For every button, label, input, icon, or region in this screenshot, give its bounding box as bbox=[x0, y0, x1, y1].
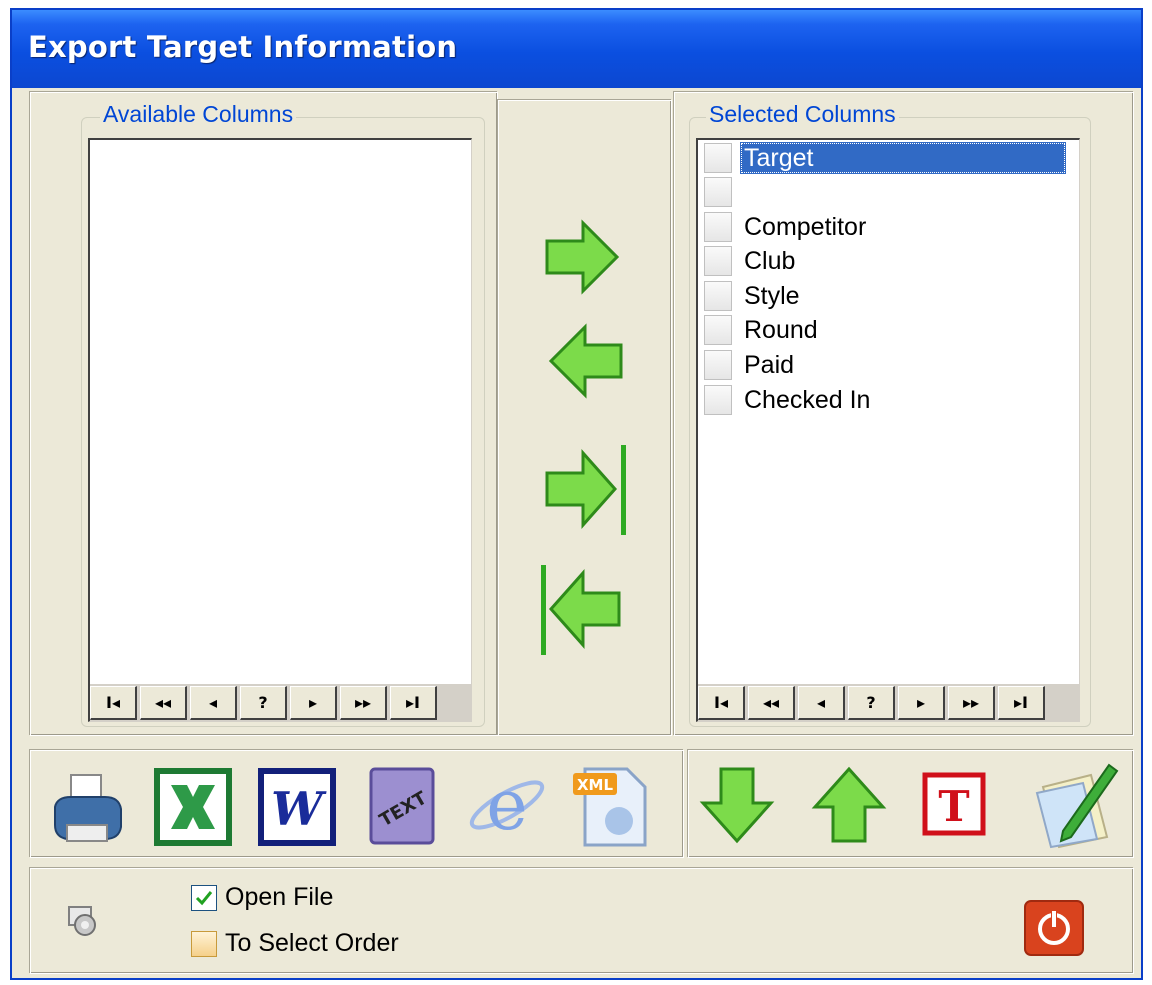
select-order-checkbox[interactable]: To Select Order bbox=[191, 929, 399, 958]
svg-text:T: T bbox=[938, 782, 969, 831]
list-item[interactable]: Club bbox=[704, 244, 801, 278]
available-columns-legend: Available Columns bbox=[100, 101, 297, 128]
list-item[interactable]: Paid bbox=[704, 348, 800, 382]
available-group: Available Columns I◂ ◂◂ ◂ ? ▸ ▸▸ ▸I bbox=[81, 101, 485, 727]
row-checkbox[interactable] bbox=[704, 281, 732, 311]
nav-prev-button[interactable]: ◂ bbox=[190, 686, 237, 720]
nav-help-button[interactable]: ? bbox=[240, 686, 287, 720]
export-dialog: Export Target Information Available Colu… bbox=[10, 8, 1143, 980]
selected-group: Selected Columns Target Competitor Club bbox=[689, 101, 1091, 727]
title-icon[interactable]: T bbox=[921, 771, 987, 837]
selected-columns-legend: Selected Columns bbox=[706, 101, 899, 128]
nav-first-button[interactable]: I◂ bbox=[90, 686, 137, 720]
word-icon[interactable]: W bbox=[257, 767, 337, 847]
arrow-right-all-icon[interactable] bbox=[543, 441, 633, 537]
row-checkbox[interactable] bbox=[704, 385, 732, 415]
svg-text:XML: XML bbox=[577, 776, 613, 794]
list-item-label: Style bbox=[744, 282, 800, 310]
transfer-panel bbox=[498, 100, 672, 736]
nav-last-button[interactable]: ▸I bbox=[390, 686, 437, 720]
title-bar[interactable]: Export Target Information bbox=[12, 10, 1141, 88]
selected-navigator: I◂ ◂◂ ◂ ? ▸ ▸▸ ▸I bbox=[698, 684, 1080, 722]
nav-help-button[interactable]: ? bbox=[848, 686, 895, 720]
available-columns-list[interactable] bbox=[88, 138, 472, 722]
row-checkbox[interactable] bbox=[704, 143, 732, 173]
list-item[interactable]: Checked In bbox=[704, 383, 876, 417]
row-checkbox[interactable] bbox=[704, 246, 732, 276]
list-item[interactable]: Style bbox=[704, 279, 806, 313]
list-item[interactable]: Competitor bbox=[704, 210, 872, 244]
select-order-label: To Select Order bbox=[225, 929, 399, 957]
move-up-icon[interactable] bbox=[811, 765, 887, 845]
nav-first-button[interactable]: I◂ bbox=[698, 686, 745, 720]
nav-next-page-button[interactable]: ▸▸ bbox=[340, 686, 387, 720]
available-panel: Available Columns I◂ ◂◂ ◂ ? ▸ ▸▸ ▸I bbox=[30, 92, 498, 736]
list-item-label: Paid bbox=[744, 351, 795, 379]
text-icon[interactable]: TEXT bbox=[363, 763, 443, 847]
checkbox-box[interactable] bbox=[191, 930, 217, 957]
open-file-label: Open File bbox=[225, 883, 334, 911]
svg-text:W: W bbox=[271, 782, 327, 836]
list-item[interactable]: Target bbox=[704, 141, 1066, 175]
nav-last-button[interactable]: ▸I bbox=[998, 686, 1045, 720]
svg-text:e: e bbox=[486, 764, 527, 846]
ie-icon[interactable]: e bbox=[465, 763, 549, 847]
printer-icon[interactable] bbox=[47, 767, 127, 847]
nav-next-button[interactable]: ▸ bbox=[898, 686, 945, 720]
nav-next-button[interactable]: ▸ bbox=[290, 686, 337, 720]
selected-panel: Selected Columns Target Competitor Club bbox=[674, 92, 1134, 736]
list-item[interactable] bbox=[704, 175, 750, 209]
row-checkbox[interactable] bbox=[704, 315, 732, 345]
available-navigator: I◂ ◂◂ ◂ ? ▸ ▸▸ ▸I bbox=[90, 684, 472, 722]
move-down-icon[interactable] bbox=[699, 765, 775, 845]
nav-prev-page-button[interactable]: ◂◂ bbox=[140, 686, 187, 720]
checkmark-icon bbox=[195, 890, 213, 905]
export-toolbar: W TEXT e XML bbox=[30, 750, 684, 858]
close-button[interactable] bbox=[1023, 899, 1085, 957]
nav-prev-page-button[interactable]: ◂◂ bbox=[748, 686, 795, 720]
checkbox-box[interactable] bbox=[191, 884, 217, 911]
arrow-left-icon[interactable] bbox=[545, 323, 625, 399]
list-item-label: Target bbox=[740, 142, 1066, 174]
selected-columns-list[interactable]: Target Competitor Club Style Round Paid … bbox=[696, 138, 1080, 722]
row-checkbox[interactable] bbox=[704, 177, 732, 207]
open-file-checkbox[interactable]: Open File bbox=[191, 883, 333, 912]
list-item-label: Checked In bbox=[744, 386, 871, 414]
xml-icon[interactable]: XML bbox=[569, 759, 653, 849]
edit-icon[interactable] bbox=[1033, 757, 1123, 849]
order-toolbar: T bbox=[688, 750, 1134, 858]
list-item-label: Competitor bbox=[744, 213, 867, 241]
arrow-left-all-icon[interactable] bbox=[535, 561, 625, 657]
row-checkbox[interactable] bbox=[704, 350, 732, 380]
list-item-label bbox=[740, 176, 750, 208]
settings-icon[interactable] bbox=[63, 899, 101, 939]
list-item[interactable]: Round bbox=[704, 313, 824, 347]
row-checkbox[interactable] bbox=[704, 212, 732, 242]
nav-prev-button[interactable]: ◂ bbox=[798, 686, 845, 720]
nav-next-page-button[interactable]: ▸▸ bbox=[948, 686, 995, 720]
window-title: Export Target Information bbox=[28, 30, 458, 64]
options-panel: Open File To Select Order bbox=[30, 868, 1134, 974]
list-item-label: Club bbox=[744, 247, 796, 275]
arrow-right-icon[interactable] bbox=[543, 219, 623, 295]
list-item-label: Round bbox=[744, 316, 818, 344]
excel-icon[interactable] bbox=[153, 767, 233, 847]
